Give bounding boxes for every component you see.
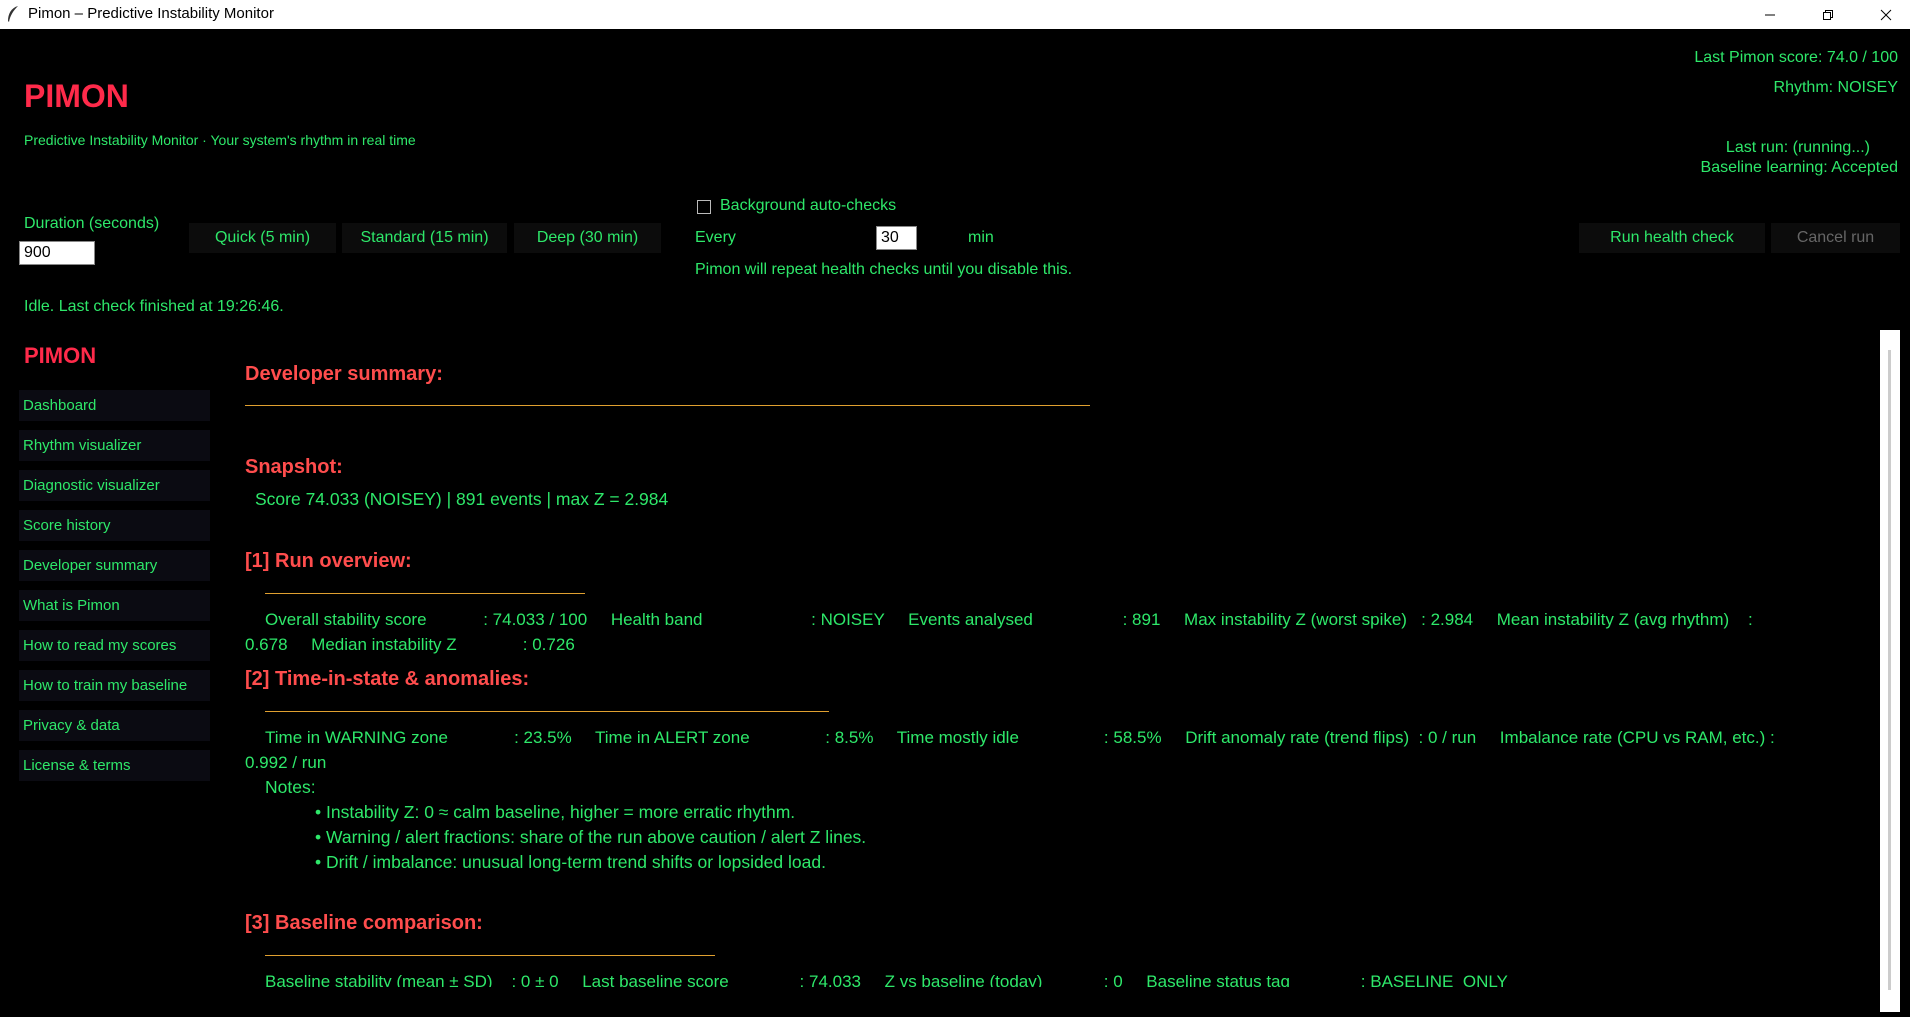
sidebar-item-dashboard[interactable]: Dashboard	[19, 390, 210, 421]
baseline-comparison-heading: [3] Baseline comparison:	[245, 912, 483, 934]
run-overview-heading: [1] Run overview:	[245, 550, 412, 572]
restore-icon	[1823, 9, 1833, 20]
app-tagline: Predictive Instability Monitor · Your sy…	[24, 132, 416, 148]
run-health-check-button[interactable]: Run health check	[1579, 223, 1765, 253]
scrollbar-thumb[interactable]	[1888, 350, 1891, 990]
sidebar-brand: PIMON	[24, 343, 97, 368]
run-overview-divider	[265, 593, 585, 594]
baseline-comparison-line: Baseline stability (mean ± SD) : 0 ± 0 L…	[265, 972, 1508, 987]
minutes-unit-label: min	[968, 229, 994, 246]
window-titlebar: Pimon – Predictive Instability Monitor	[0, 0, 1910, 29]
sidebar-item-what-is-pimon[interactable]: What is Pimon	[19, 590, 210, 621]
baseline-learning-label: Baseline learning: Accepted	[1700, 159, 1898, 176]
snapshot-text: Score 74.033 (NOISEY) | 891 events | max…	[255, 489, 669, 509]
quick-preset-button[interactable]: Quick (5 min)	[189, 223, 336, 253]
standard-preset-button[interactable]: Standard (15 min)	[342, 223, 507, 253]
last-score-label: Last Pimon score: 74.0 / 100	[1694, 49, 1898, 66]
snapshot-heading: Snapshot:	[245, 456, 343, 478]
minimize-button[interactable]	[1742, 0, 1798, 29]
title-divider	[245, 405, 1090, 406]
note-item: • Instability Z: 0 ≈ calm baseline, high…	[315, 802, 796, 822]
notes-label: Notes:	[265, 777, 316, 797]
auto-checks-note: Pimon will repeat health checks until yo…	[695, 261, 1073, 278]
time-in-state-divider	[265, 711, 829, 712]
minimize-icon	[1765, 14, 1775, 15]
sidebar-item-developer-summary[interactable]: Developer summary	[19, 550, 210, 581]
baseline-comparison-divider	[265, 955, 715, 956]
feather-app-icon	[8, 6, 18, 22]
duration-label: Duration (seconds)	[24, 215, 160, 232]
sidebar-item-score-history[interactable]: Score history	[19, 510, 210, 541]
sidebar-item-rhythm-visualizer[interactable]: Rhythm visualizer	[19, 430, 210, 461]
note-item: • Drift / imbalance: unusual long-term t…	[315, 852, 826, 872]
last-run-label: Last run: (running...)	[1725, 139, 1870, 156]
app-brand: PIMON	[24, 78, 129, 114]
rhythm-label: Rhythm: NOISEY	[1773, 79, 1898, 96]
close-button[interactable]	[1858, 0, 1910, 29]
deep-preset-button[interactable]: Deep (30 min)	[514, 223, 661, 253]
sidebar-item-privacy-data[interactable]: Privacy & data	[19, 710, 210, 741]
maximize-button[interactable]	[1800, 0, 1856, 29]
time-in-state-line-cont: 0.992 / run	[245, 753, 327, 772]
cancel-run-button[interactable]: Cancel run	[1771, 223, 1900, 253]
time-in-state-heading: [2] Time-in-state & anomalies:	[245, 668, 530, 690]
sidebar-item-license-terms[interactable]: License & terms	[19, 750, 210, 781]
note-item: • Warning / alert fractions: share of th…	[315, 827, 867, 847]
status-line: Idle. Last check finished at 19:26:46.	[24, 298, 284, 315]
run-overview-line: Overall stability score : 74.033 / 100 H…	[265, 610, 1753, 629]
sidebar-item-how-to-train-baseline[interactable]: How to train my baseline	[19, 670, 210, 701]
sidebar-item-how-to-read-scores[interactable]: How to read my scores	[19, 630, 210, 661]
close-icon	[1880, 9, 1892, 20]
window-title: Pimon – Predictive Instability Monitor	[28, 5, 274, 22]
time-in-state-line: Time in WARNING zone : 23.5% Time in ALE…	[265, 728, 1775, 747]
duration-input[interactable]	[19, 241, 95, 265]
run-overview-line-cont: 0.678 Median instability Z : 0.726	[245, 635, 575, 654]
interval-input[interactable]	[876, 226, 917, 250]
every-label: Every	[695, 229, 736, 246]
auto-checks-label: Background auto-checks	[720, 197, 897, 214]
sidebar-item-diagnostic-visualizer[interactable]: Diagnostic visualizer	[19, 470, 210, 501]
page-title: Developer summary:	[245, 363, 443, 385]
developer-summary-panel[interactable]: Developer summary: Snapshot: Score 74.03…	[245, 330, 1875, 987]
auto-checks-checkbox[interactable]	[697, 200, 711, 214]
